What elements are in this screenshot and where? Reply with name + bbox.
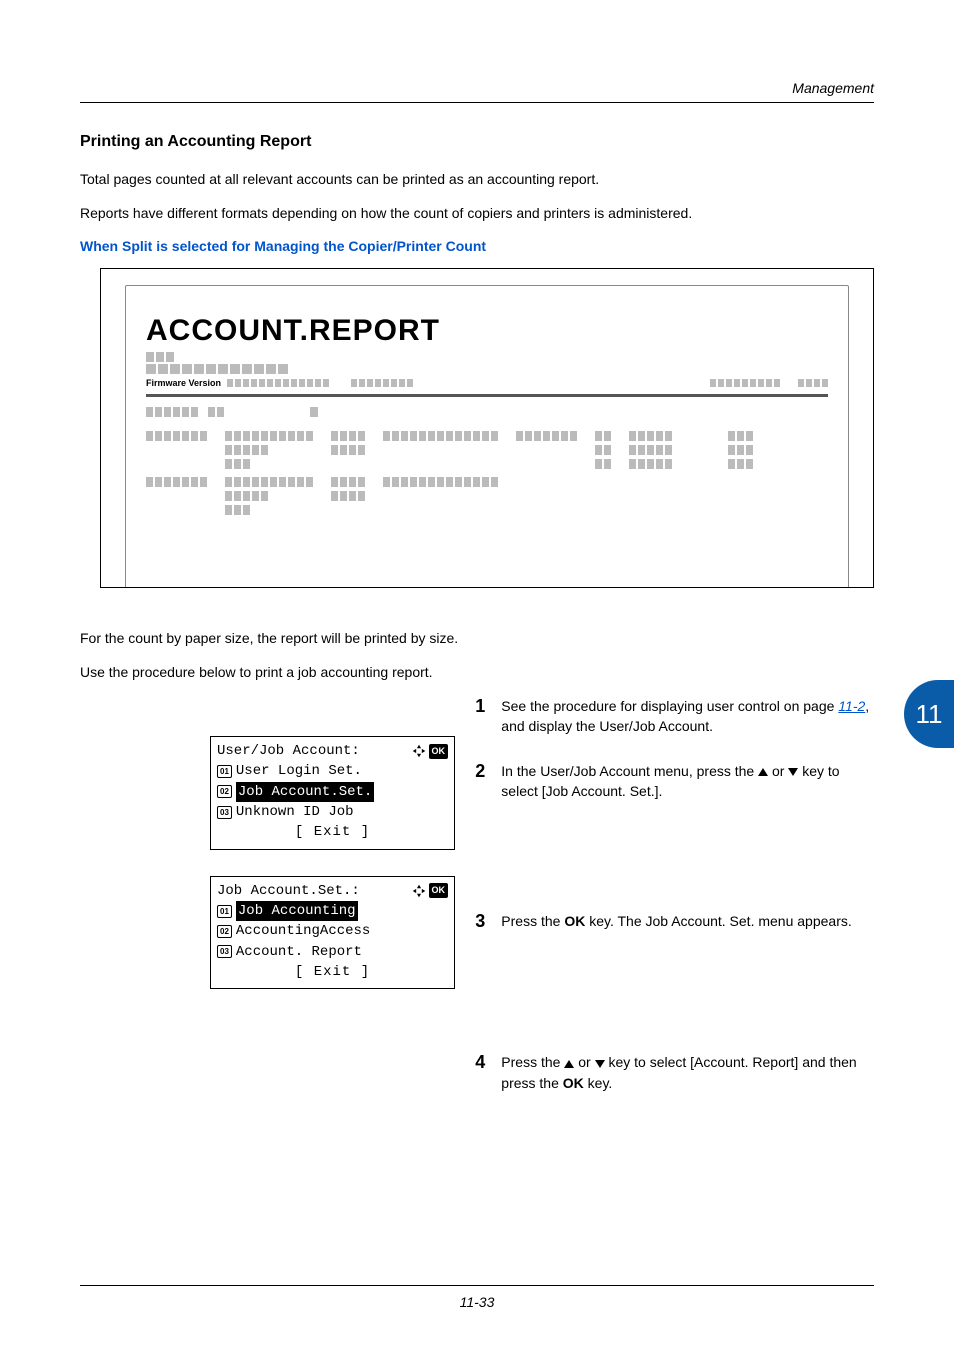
lcd2-title: Job Account.Set.: <box>217 881 360 901</box>
lcd1-item-num: 03 <box>217 806 232 819</box>
lcd2-exit: [ Exit ] <box>217 962 448 982</box>
intro-p2: Reports have different formats depending… <box>80 203 874 223</box>
page-link[interactable]: 11-2 <box>838 698 865 714</box>
lcd1-title: User/Job Account: <box>217 741 360 761</box>
lcd2-item-label: Account. Report <box>236 942 362 962</box>
lcd1-item-num: 02 <box>217 785 232 798</box>
nav-arrows-icon <box>412 744 426 758</box>
step-1-text: See the procedure for displaying user co… <box>501 696 874 737</box>
lcd2-item-num: 02 <box>217 925 232 938</box>
down-arrow-icon <box>788 768 798 776</box>
ok-icon: OK <box>429 744 449 759</box>
report-preview-inner: ACCOUNT.REPORT Firmware Version <box>125 285 849 588</box>
step-number: 4 <box>467 1052 485 1093</box>
lcd-screen-1: User/Job Account: OK 01 User Login Set. 0… <box>210 736 455 849</box>
lcd1-exit: [ Exit ] <box>217 822 448 842</box>
step-4-text: Press the or key to select [Account. Rep… <box>501 1052 874 1093</box>
nav-arrows-icon <box>412 884 426 898</box>
up-arrow-icon <box>564 1060 574 1068</box>
body-p4: Use the procedure below to print a job a… <box>80 662 874 682</box>
intro-p1: Total pages counted at all relevant acco… <box>80 169 874 189</box>
header-section: Management <box>792 80 874 96</box>
lcd-screen-2: Job Account.Set.: OK 01 Job Accounting 02… <box>210 876 455 989</box>
page-curl <box>100 584 874 588</box>
up-arrow-icon <box>758 768 768 776</box>
firmware-label: Firmware Version <box>146 378 221 388</box>
page-number: 11-33 <box>80 1285 874 1310</box>
step-number: 2 <box>467 761 485 802</box>
lcd1-item-label: Unknown ID Job <box>236 802 354 822</box>
lcd2-item-num: 03 <box>217 945 232 958</box>
step-2-text: In the User/Job Account menu, press the … <box>501 761 874 802</box>
step-number: 1 <box>467 696 485 737</box>
down-arrow-icon <box>595 1060 605 1068</box>
lcd1-item-selected: Job Account.Set. <box>236 782 374 802</box>
page-heading: Printing an Accounting Report <box>80 133 874 151</box>
report-title: ACCOUNT.REPORT <box>146 314 828 348</box>
sub-heading: When Split is selected for Managing the … <box>80 238 874 254</box>
body-p3: For the count by paper size, the report … <box>80 628 874 648</box>
step-number: 3 <box>467 911 485 932</box>
ok-icon: OK <box>429 883 449 898</box>
lcd2-item-label: AccountingAccess <box>236 921 370 941</box>
step-3-text: Press the OK key. The Job Account. Set. … <box>501 911 851 932</box>
lcd2-item-num: 01 <box>217 905 232 918</box>
lcd1-item-label: User Login Set. <box>236 761 362 781</box>
report-preview: ACCOUNT.REPORT Firmware Version <box>100 268 874 588</box>
lcd2-item-selected: Job Accounting <box>236 901 358 921</box>
lcd1-item-num: 01 <box>217 765 232 778</box>
